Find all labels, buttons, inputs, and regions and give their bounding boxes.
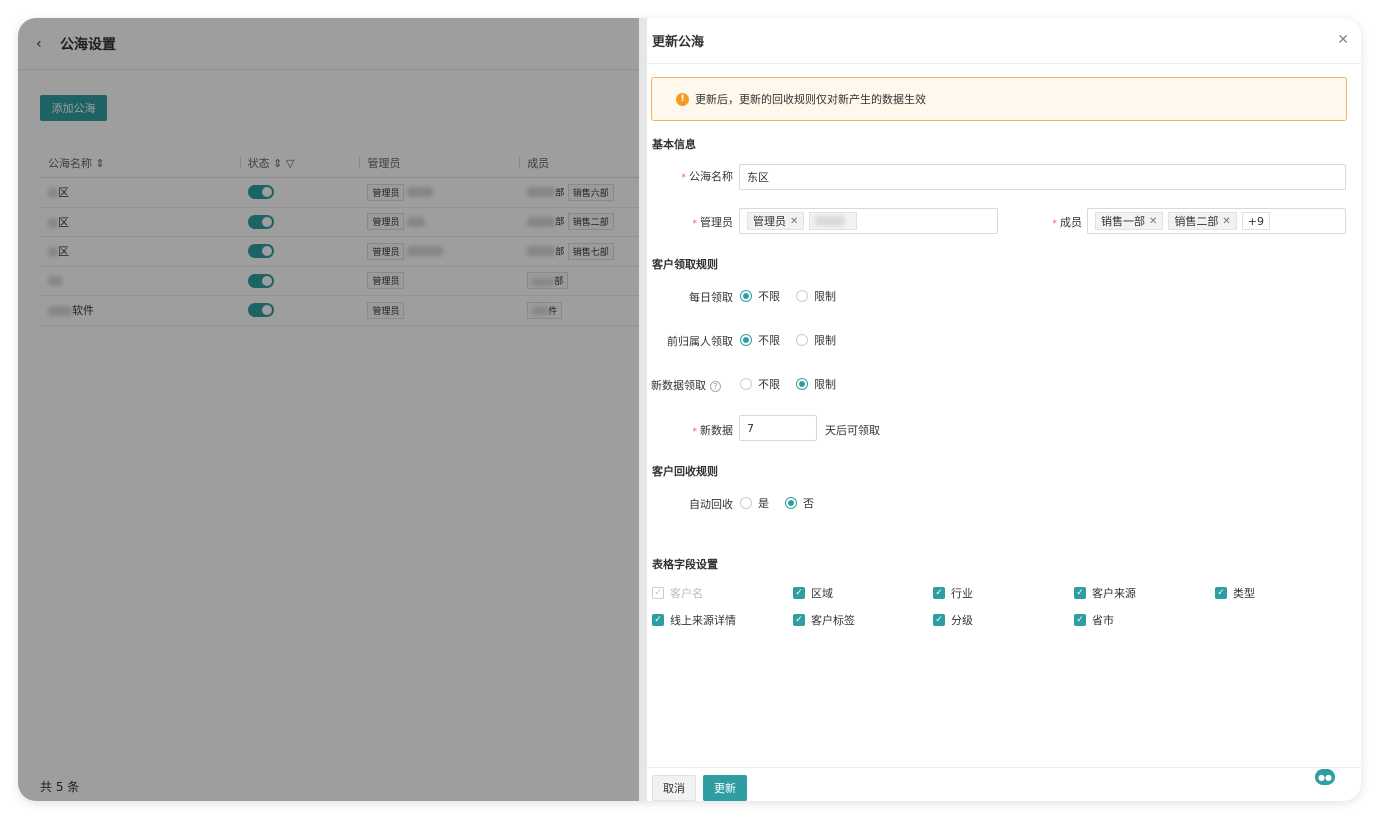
field-checkbox-online-source[interactable]: ✓ 线上来源详情 <box>652 612 736 628</box>
remove-tag-icon[interactable]: ✕ <box>1222 216 1230 227</box>
days-suffix: 天后可领取 <box>825 424 880 437</box>
member-label: * 成员 <box>1052 216 1083 229</box>
auto-recycle-label: 自动回收 <box>689 498 733 511</box>
admin-tag-blurred <box>809 212 858 230</box>
radio-yes[interactable]: 是 <box>740 495 769 511</box>
field-checkbox-grade[interactable]: ✓ 分级 <box>933 612 973 628</box>
daily-claim-radio-group: 不限 限制 <box>740 288 852 304</box>
drawer-footer: 取消 更新 <box>647 767 1361 801</box>
drawer-header: 更新公海 <box>647 18 1361 64</box>
field-checkbox-province[interactable]: ✓ 省市 <box>1074 612 1114 628</box>
name-input[interactable]: 东区 <box>739 164 1346 190</box>
recycle-rules-section: 客户回收规则 <box>652 465 718 478</box>
prev-owner-claim-label: 前归属人领取 <box>667 335 733 348</box>
update-button[interactable]: 更新 <box>703 775 747 801</box>
admin-select[interactable]: 管理员 ✕ <box>739 208 998 234</box>
table-fields-section: 表格字段设置 <box>652 558 718 571</box>
drawer-title: 更新公海 <box>652 35 705 50</box>
prev-owner-radio-group: 不限 限制 <box>740 332 852 348</box>
app-window: ‹ 公海设置 添加公海 公海名称 ⇕ 状态 ⇕ ▽ 管理员 成员 区 管理员 部… <box>18 18 1361 801</box>
field-checkbox-customer-tag[interactable]: ✓ 客户标签 <box>793 612 855 628</box>
member-tag: 销售二部 ✕ <box>1168 212 1237 230</box>
remove-tag-icon[interactable]: ✕ <box>1149 216 1157 227</box>
modal-overlay[interactable] <box>18 18 639 801</box>
remove-tag-icon[interactable]: ✕ <box>790 216 798 227</box>
radio-limited[interactable]: 限制 <box>796 332 836 348</box>
close-icon[interactable]: ✕ <box>1337 32 1349 48</box>
days-input[interactable]: 7 <box>739 415 817 441</box>
warning-icon: ! <box>676 92 689 106</box>
radio-no[interactable]: 否 <box>785 495 814 511</box>
warning-alert: ! 更新后，更新的回收规则仅对新产生的数据生效 <box>651 77 1347 121</box>
assistant-bot-icon[interactable]: ●● <box>1315 769 1335 785</box>
field-checkbox-region[interactable]: ✓ 区域 <box>793 585 833 601</box>
radio-limited[interactable]: 限制 <box>796 376 836 392</box>
claim-rules-section: 客户领取规则 <box>652 258 718 271</box>
radio-unlimited[interactable]: 不限 <box>740 288 780 304</box>
new-data-radio-group: 不限 限制 <box>740 376 852 392</box>
radio-limited[interactable]: 限制 <box>796 288 836 304</box>
auto-recycle-radio-group: 是 否 <box>740 495 830 511</box>
basic-info-section: 基本信息 <box>652 138 696 151</box>
update-sea-drawer: 更新公海 ✕ ! 更新后，更新的回收规则仅对新产生的数据生效 基本信息 * 公海名… <box>647 18 1361 801</box>
new-data-claim-label: 新数据领取? <box>651 377 741 393</box>
new-data-days-label: * 新数据 <box>692 424 734 437</box>
daily-claim-label: 每日领取 <box>689 291 733 304</box>
field-checkbox-industry[interactable]: ✓ 行业 <box>933 585 973 601</box>
field-checkbox-source[interactable]: ✓ 客户来源 <box>1074 585 1136 601</box>
member-more-tag[interactable]: +9 <box>1241 212 1270 230</box>
field-checkbox-type[interactable]: ✓ 类型 <box>1215 585 1255 601</box>
radio-unlimited[interactable]: 不限 <box>740 376 780 392</box>
admin-tag: 管理员 ✕ <box>747 212 805 230</box>
name-label: * 公海名称 <box>681 170 734 183</box>
member-select[interactable]: 销售一部 ✕ 销售二部 ✕ +9 <box>1087 208 1346 234</box>
member-tag: 销售一部 ✕ <box>1095 212 1164 230</box>
radio-unlimited[interactable]: 不限 <box>740 332 780 348</box>
field-checkbox-customer-name: ✓ 客户名 <box>652 585 703 601</box>
cancel-button[interactable]: 取消 <box>652 775 696 801</box>
help-icon[interactable]: ? <box>710 381 721 392</box>
admin-label: * 管理员 <box>692 216 734 229</box>
drawer-resize-handle[interactable] <box>639 18 647 801</box>
